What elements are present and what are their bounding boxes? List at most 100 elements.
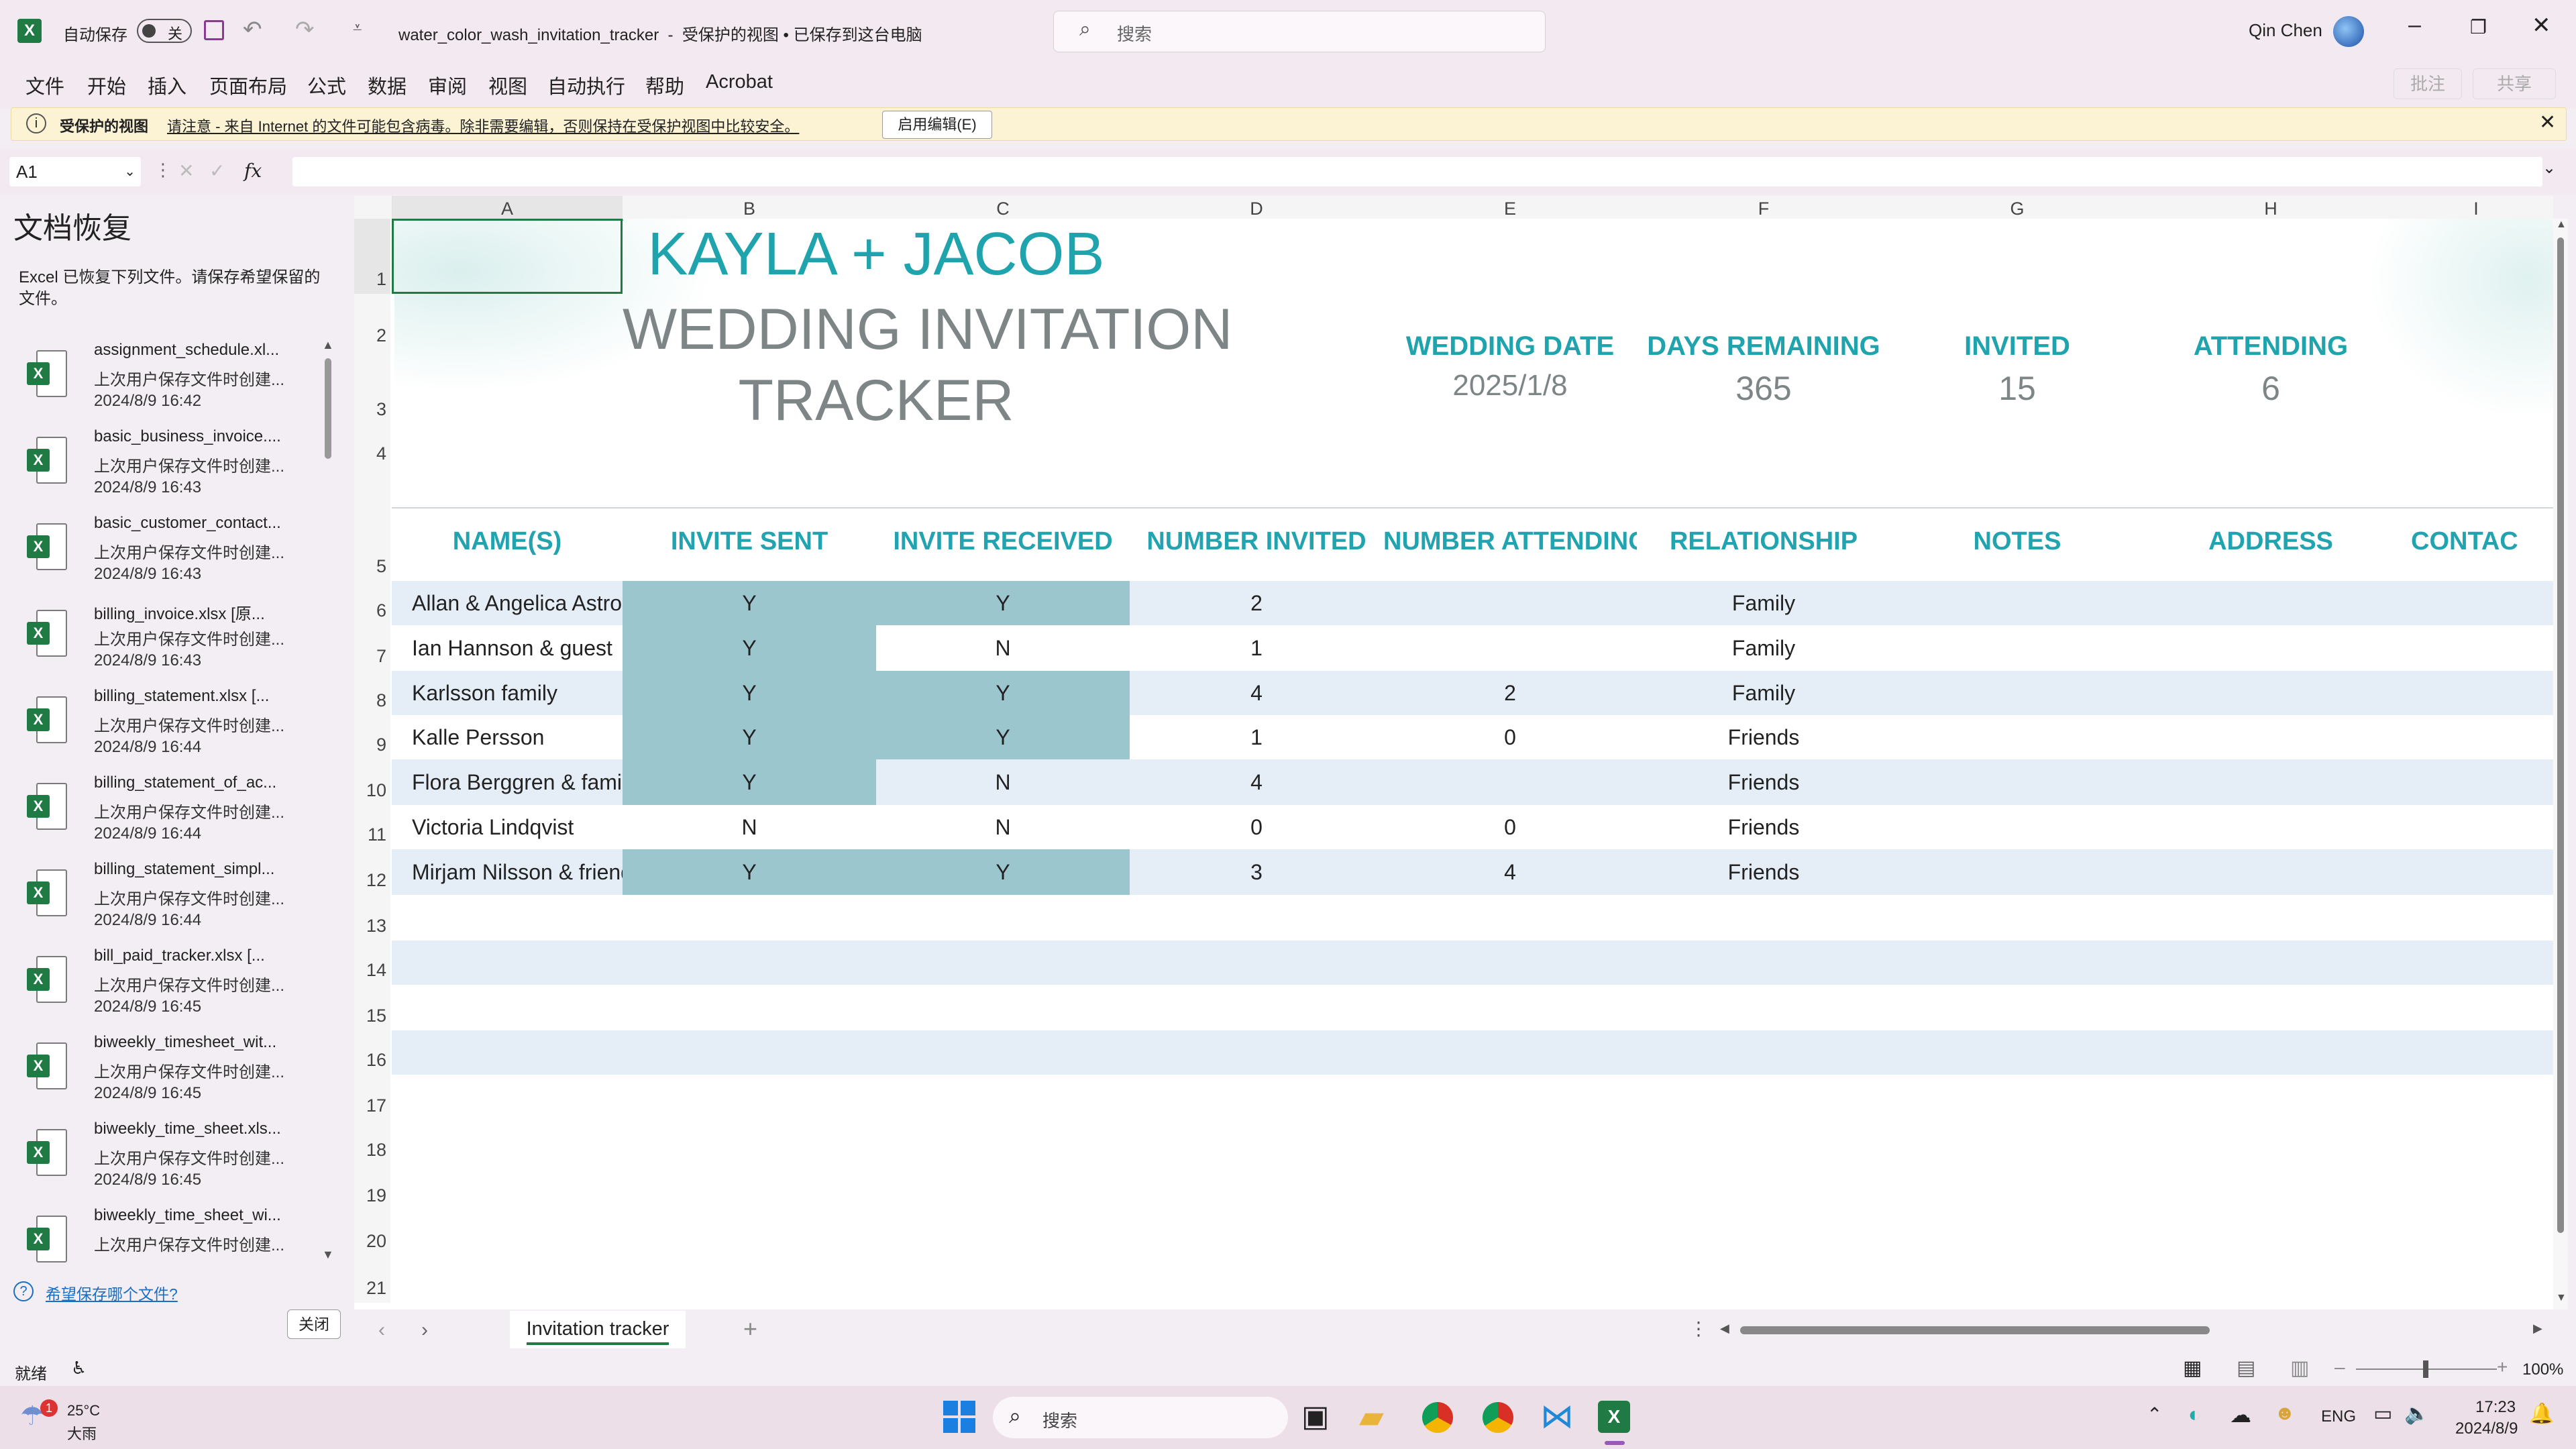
row-header[interactable]: 5 [354, 468, 390, 581]
tab-acrobat[interactable]: Acrobat [706, 71, 773, 93]
recovery-list-item[interactable]: Xbiweekly_time_sheet.xls... 上次用户保存文件时创建..… [20, 1117, 335, 1203]
network-icon[interactable]: ▭ [2373, 1402, 2392, 1426]
tab-insert[interactable]: 插入 [148, 71, 186, 99]
row-header[interactable]: 11 [354, 805, 390, 849]
autosave-toggle[interactable]: 关 [137, 19, 192, 43]
add-sheet-icon[interactable]: + [743, 1315, 757, 1343]
vertical-scroll-thumb[interactable] [2557, 237, 2564, 1233]
protected-message[interactable]: 请注意 - 来自 Internet 的文件可能包含病毒。除非需要编辑，否则保持在… [167, 115, 799, 136]
recovery-scrollbar[interactable]: ▲ ▼ [322, 338, 334, 1268]
recovery-list-item[interactable]: Xbiweekly_timesheet_wit... 上次用户保存文件时创建...… [20, 1030, 335, 1116]
column-header[interactable]: F [1637, 196, 1891, 219]
scroll-down-icon[interactable]: ▼ [2556, 1292, 2567, 1304]
recovery-list-item[interactable]: Xbilling_statement_of_ac... 上次用户保存文件时创建..… [20, 771, 335, 857]
row-header[interactable]: 12 [354, 849, 390, 895]
number-attending-cell[interactable] [1383, 759, 1637, 805]
recovery-list-item[interactable]: Xbill_paid_tracker.xlsx [... 上次用户保存文件时创建.… [20, 944, 335, 1030]
row-header[interactable]: 3 [354, 350, 390, 424]
zoom-out-icon[interactable]: – [2334, 1356, 2345, 1378]
guest-name-cell[interactable]: Kalle Persson [412, 715, 623, 759]
horizontal-scrollbar[interactable]: ◀ ▶ [1720, 1322, 2552, 1339]
number-invited-cell[interactable]: 1 [1130, 715, 1383, 759]
recovery-list-item[interactable]: Xbasic_customer_contact... 上次用户保存文件时创建...… [20, 511, 335, 597]
search-box[interactable]: ⌕ 搜索 [1053, 11, 1546, 52]
invite-received-cell[interactable]: Y [876, 849, 1130, 895]
select-all-corner[interactable] [354, 196, 392, 219]
column-header[interactable]: A [392, 196, 623, 221]
invite-received-cell[interactable]: N [876, 759, 1130, 805]
tab-automate[interactable]: 自动执行 [547, 71, 625, 99]
row-header[interactable]: 13 [354, 895, 390, 941]
recovery-list-item[interactable]: Xbilling_invoice.xlsx [原... 上次用户保存文件时创建..… [20, 598, 335, 684]
column-header[interactable]: G [1890, 196, 2145, 219]
number-invited-cell[interactable]: 3 [1130, 849, 1383, 895]
onedrive-icon[interactable]: ☁ [2230, 1402, 2251, 1428]
zoom-slider[interactable] [2356, 1360, 2497, 1378]
horizontal-scroll-thumb[interactable] [1740, 1326, 2210, 1334]
scroll-down-icon[interactable]: ▼ [322, 1248, 334, 1262]
number-attending-cell[interactable]: 2 [1383, 671, 1637, 715]
column-header[interactable]: I [2398, 196, 2553, 219]
tab-page-layout[interactable]: 页面布局 [209, 71, 287, 99]
column-header[interactable]: E [1383, 196, 1638, 219]
invite-sent-cell[interactable]: Y [623, 581, 876, 625]
column-header[interactable]: D [1130, 196, 1384, 219]
number-attending-cell[interactable]: 4 [1383, 849, 1637, 895]
prev-sheet-icon[interactable]: ‹ [378, 1319, 385, 1342]
invite-sent-cell[interactable]: Y [623, 715, 876, 759]
normal-view-icon[interactable]: ▦ [2183, 1356, 2202, 1380]
number-invited-cell[interactable]: 0 [1130, 805, 1383, 849]
help-link[interactable]: 希望保存哪个文件? [46, 1281, 178, 1304]
invite-received-cell[interactable]: Y [876, 671, 1130, 715]
minimize-icon[interactable]: – [2408, 12, 2421, 38]
row-header[interactable]: 10 [354, 759, 390, 805]
recovery-close-button[interactable]: 关闭 [287, 1309, 341, 1339]
customize-qat-icon[interactable]: ⩡ [353, 19, 362, 38]
restore-icon[interactable]: ❐ [2470, 16, 2487, 38]
number-attending-cell[interactable]: 0 [1383, 715, 1637, 759]
tab-file[interactable]: 文件 [25, 71, 64, 99]
number-invited-cell[interactable]: 2 [1130, 581, 1383, 625]
accessibility-icon[interactable]: ♿ [71, 1358, 87, 1379]
page-break-view-icon[interactable]: ▥ [2290, 1356, 2309, 1380]
tray-chevron-icon[interactable]: ⌃ [2147, 1403, 2162, 1426]
clock-date[interactable]: 2024/8/9 [2455, 1419, 2518, 1438]
relationship-cell[interactable]: Friends [1637, 805, 1890, 849]
formula-input[interactable] [292, 157, 2542, 186]
more-icon[interactable]: ⋮ [154, 160, 172, 180]
undo-icon[interactable]: ↶ [243, 16, 262, 43]
relationship-cell[interactable]: Friends [1637, 849, 1890, 895]
app-tray-icon[interactable]: ☻ [2274, 1402, 2296, 1425]
number-attending-cell[interactable] [1383, 581, 1637, 625]
invite-sent-cell[interactable]: Y [623, 671, 876, 715]
invite-sent-cell[interactable]: N [623, 805, 876, 849]
recovery-list-item[interactable]: Xassignment_schedule.xl... 上次用户保存文件时创建...… [20, 338, 335, 424]
scroll-thumb[interactable] [325, 358, 331, 459]
guest-name-cell[interactable]: Victoria Lindqvist [412, 805, 623, 849]
page-layout-view-icon[interactable]: ▤ [2237, 1356, 2255, 1380]
enable-editing-button[interactable]: 启用编辑(E) [882, 111, 992, 139]
save-icon[interactable] [204, 20, 224, 40]
tab-view[interactable]: 视图 [488, 71, 527, 99]
number-invited-cell[interactable]: 4 [1130, 671, 1383, 715]
invite-received-cell[interactable]: Y [876, 715, 1130, 759]
insert-function-icon[interactable]: fx [244, 160, 262, 182]
avatar[interactable] [2333, 16, 2364, 47]
column-header[interactable]: C [876, 196, 1130, 219]
number-attending-cell[interactable] [1383, 625, 1637, 671]
column-header[interactable]: B [623, 196, 877, 219]
row-header[interactable]: 8 [354, 671, 390, 715]
scroll-left-icon[interactable]: ◀ [1720, 1322, 1729, 1336]
doc-title[interactable]: water_color_wash_invitation_tracker - 受保… [398, 21, 922, 45]
name-box[interactable]: A1 ⌄ [9, 157, 141, 186]
vertical-scrollbar[interactable]: ▲ ▼ [2553, 219, 2568, 1309]
relationship-cell[interactable]: Family [1637, 671, 1890, 715]
guest-name-cell[interactable]: Flora Berggren & family [412, 759, 623, 805]
recovery-list-item[interactable]: Xbasic_business_invoice.... 上次用户保存文件时创建..… [20, 425, 335, 511]
excel-taskbar-icon[interactable]: X [1598, 1401, 1630, 1433]
tab-formulas[interactable]: 公式 [307, 71, 346, 99]
invite-received-cell[interactable]: N [876, 805, 1130, 849]
column-header[interactable]: H [2144, 196, 2398, 219]
recovery-list-item[interactable]: Xbilling_statement.xlsx [... 上次用户保存文件时创建.… [20, 684, 335, 770]
expand-formula-icon[interactable]: ⌄ [2542, 158, 2556, 178]
